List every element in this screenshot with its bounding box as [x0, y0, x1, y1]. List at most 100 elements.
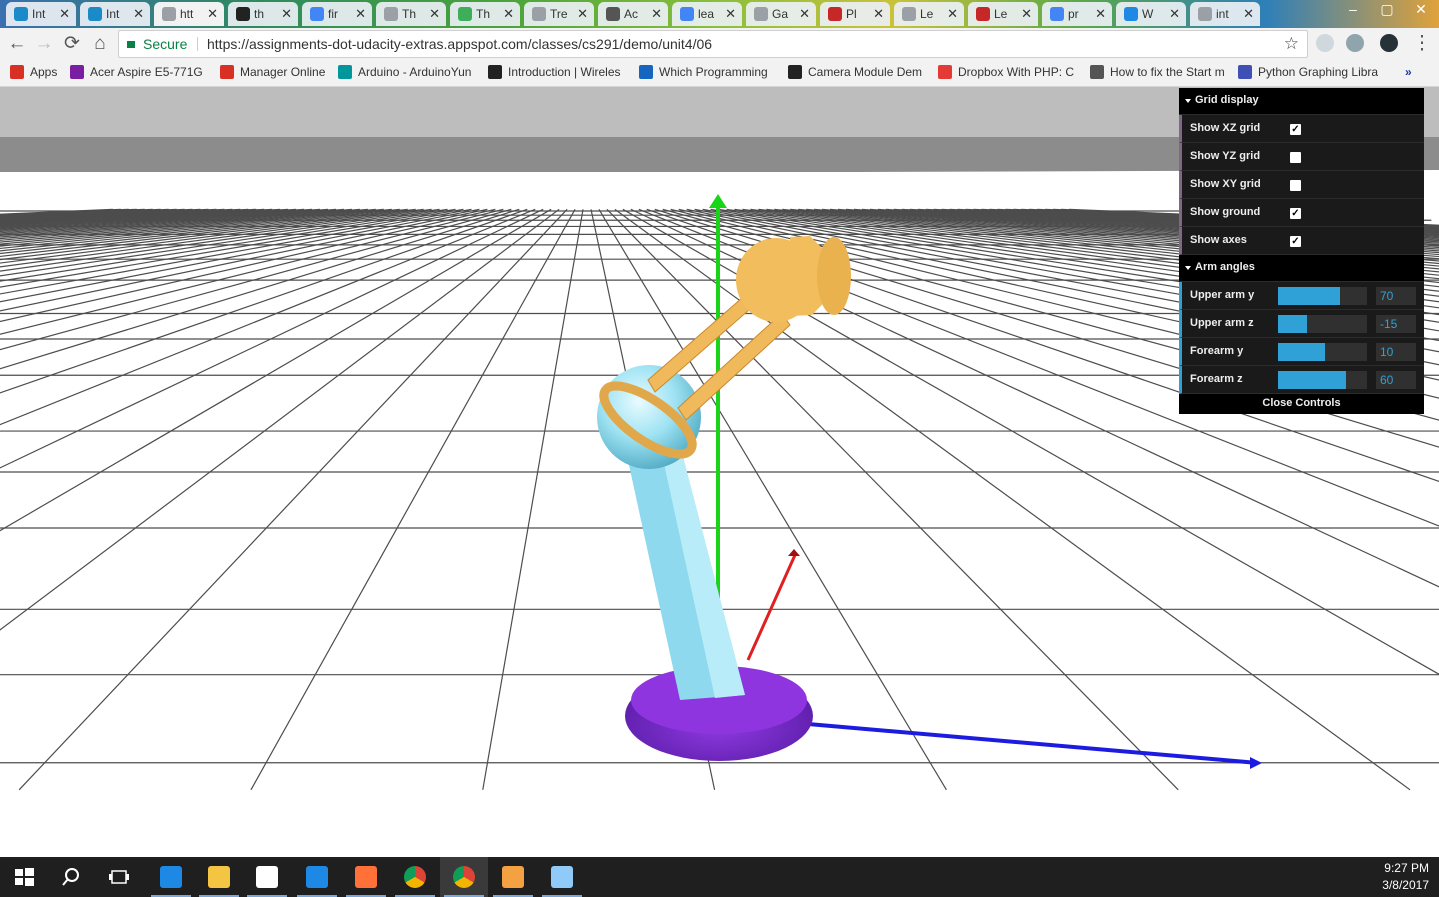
- browser-tab[interactable]: Pl ✕: [820, 2, 890, 26]
- browser-tab[interactable]: lea ✕: [672, 2, 742, 26]
- hand-back: [817, 237, 851, 315]
- extension-search-icon[interactable]: [1346, 34, 1364, 52]
- taskbar-item[interactable]: [195, 857, 243, 897]
- controls-panel: Grid display Show XZ grid ✓ Show YZ grid Sh…: [1179, 88, 1424, 414]
- bookmark-item[interactable]: Introduction | Wireles: [488, 65, 621, 79]
- reload-button[interactable]: ⟳: [60, 32, 84, 56]
- tab-close-icon[interactable]: ✕: [873, 6, 884, 22]
- tab-close-icon[interactable]: ✕: [1095, 6, 1106, 22]
- home-button[interactable]: ⌂: [88, 32, 112, 56]
- tab-close-icon[interactable]: ✕: [725, 6, 736, 22]
- taskbar-item[interactable]: [47, 857, 95, 897]
- tab-close-icon[interactable]: ✕: [59, 6, 70, 22]
- bookmark-item[interactable]: Acer Aspire E5-771G: [70, 65, 203, 79]
- browser-tab[interactable]: th ✕: [228, 2, 298, 26]
- folder-grid-display[interactable]: Grid display: [1179, 88, 1424, 115]
- option-checkbox[interactable]: [1290, 152, 1301, 163]
- angle-value-input[interactable]: -15: [1376, 315, 1416, 333]
- back-button[interactable]: ←: [5, 32, 29, 56]
- maximize-button[interactable]: ▢: [1370, 0, 1404, 20]
- angle-slider[interactable]: [1278, 371, 1367, 389]
- tab-close-icon[interactable]: ✕: [133, 6, 144, 22]
- menu-icon[interactable]: ⋮: [1410, 32, 1434, 56]
- taskbar-item[interactable]: [538, 857, 586, 897]
- chart-icon: [1238, 65, 1252, 79]
- bars-icon: [976, 7, 990, 21]
- option-checkbox[interactable]: ✓: [1290, 236, 1301, 247]
- tab-close-icon[interactable]: ✕: [207, 6, 218, 22]
- browser-tab[interactable]: Le ✕: [894, 2, 964, 26]
- tab-close-icon[interactable]: ✕: [947, 6, 958, 22]
- bookmark-item[interactable]: Python Graphing Libra: [1238, 65, 1378, 79]
- angle-slider[interactable]: [1278, 343, 1367, 361]
- page-icon: [162, 7, 176, 21]
- angle-value-input[interactable]: 70: [1376, 287, 1416, 305]
- browser-tab[interactable]: Th ✕: [450, 2, 520, 26]
- close-window-button[interactable]: ✕: [1404, 0, 1438, 20]
- url-text[interactable]: https://assignments-dot-udacity-extras.a…: [207, 31, 712, 57]
- tab-title: Tre: [550, 7, 568, 21]
- taskbar-item[interactable]: [95, 857, 143, 897]
- more-bookmarks-icon[interactable]: »: [1405, 65, 1412, 79]
- bookmark-item[interactable]: Manager Online: [220, 65, 325, 79]
- option-checkbox[interactable]: ✓: [1290, 208, 1301, 219]
- browser-tab[interactable]: int ✕: [1190, 2, 1260, 26]
- browser-tab[interactable]: pr ✕: [1042, 2, 1112, 26]
- browser-tab[interactable]: fir ✕: [302, 2, 372, 26]
- bookmark-item[interactable]: Which Programming: [639, 65, 768, 79]
- taskbar-item[interactable]: [0, 857, 48, 897]
- browser-tab[interactable]: W ✕: [1116, 2, 1186, 26]
- close-controls-button[interactable]: Close Controls: [1179, 394, 1424, 414]
- bookmark-label: Manager Online: [240, 65, 326, 79]
- taskbar-item[interactable]: [489, 857, 537, 897]
- angle-slider[interactable]: [1278, 315, 1367, 333]
- secure-indicator[interactable]: Secure: [127, 31, 187, 57]
- angle-value-input[interactable]: 10: [1376, 343, 1416, 361]
- browser-tab[interactable]: Ga ✕: [746, 2, 816, 26]
- tab-close-icon[interactable]: ✕: [651, 6, 662, 22]
- tab-close-icon[interactable]: ✕: [355, 6, 366, 22]
- taskbar-item[interactable]: [342, 857, 390, 897]
- taskbar-item[interactable]: [293, 857, 341, 897]
- tab-close-icon[interactable]: ✕: [1169, 6, 1180, 22]
- bookmark-item[interactable]: Camera Module Dem: [788, 65, 922, 79]
- slider-fill: [1278, 371, 1346, 389]
- option-checkbox[interactable]: [1290, 180, 1301, 191]
- settings-window-icon: [551, 866, 573, 888]
- tab-strip: Int ✕ Int ✕ htt ✕ th ✕ fir ✕ Th ✕ Th ✕ Tre ✕ Ac ✕ lea ✕ Ga ✕ P…: [0, 0, 1439, 28]
- tab-close-icon[interactable]: ✕: [1243, 6, 1254, 22]
- taskbar-item[interactable]: [391, 857, 439, 897]
- browser-tab[interactable]: Ac ✕: [598, 2, 668, 26]
- angle-value-input[interactable]: 60: [1376, 371, 1416, 389]
- browser-tab[interactable]: Th ✕: [376, 2, 446, 26]
- taskbar-item[interactable]: [147, 857, 195, 897]
- tab-close-icon[interactable]: ✕: [1021, 6, 1032, 22]
- forward-button[interactable]: →: [32, 32, 56, 56]
- tab-close-icon[interactable]: ✕: [799, 6, 810, 22]
- taskbar-item[interactable]: [243, 857, 291, 897]
- browser-tab[interactable]: Tre ✕: [524, 2, 594, 26]
- angle-slider[interactable]: [1278, 287, 1367, 305]
- address-bar[interactable]: Secure https://assignments-dot-udacity-e…: [118, 30, 1308, 58]
- taskbar-item[interactable]: [440, 857, 488, 897]
- tab-close-icon[interactable]: ✕: [503, 6, 514, 22]
- bookmark-item[interactable]: How to fix the Start m: [1090, 65, 1225, 79]
- folder-arm-angles[interactable]: Arm angles: [1179, 255, 1424, 282]
- tab-close-icon[interactable]: ✕: [577, 6, 588, 22]
- extension-cloud-icon[interactable]: [1316, 34, 1334, 52]
- system-clock[interactable]: 9:27 PM 3/8/2017: [1382, 860, 1429, 894]
- browser-tab[interactable]: htt ✕: [154, 2, 224, 26]
- browser-tab[interactable]: Le ✕: [968, 2, 1038, 26]
- minimize-button[interactable]: –: [1336, 0, 1370, 20]
- browser-tab[interactable]: Int ✕: [6, 2, 76, 26]
- bookmark-item[interactable]: Dropbox With PHP: C: [938, 65, 1074, 79]
- bookmark-item[interactable]: Arduino - ArduinoYun: [338, 65, 471, 79]
- extension-dark-icon[interactable]: [1380, 34, 1398, 52]
- browser-tab[interactable]: Int ✕: [80, 2, 150, 26]
- tab-close-icon[interactable]: ✕: [281, 6, 292, 22]
- option-checkbox[interactable]: ✓: [1290, 124, 1301, 135]
- tab-close-icon[interactable]: ✕: [429, 6, 440, 22]
- tab-title: Le: [920, 7, 934, 21]
- bookmark-item[interactable]: Apps: [10, 65, 57, 79]
- bookmark-star-icon[interactable]: ☆: [1284, 31, 1299, 57]
